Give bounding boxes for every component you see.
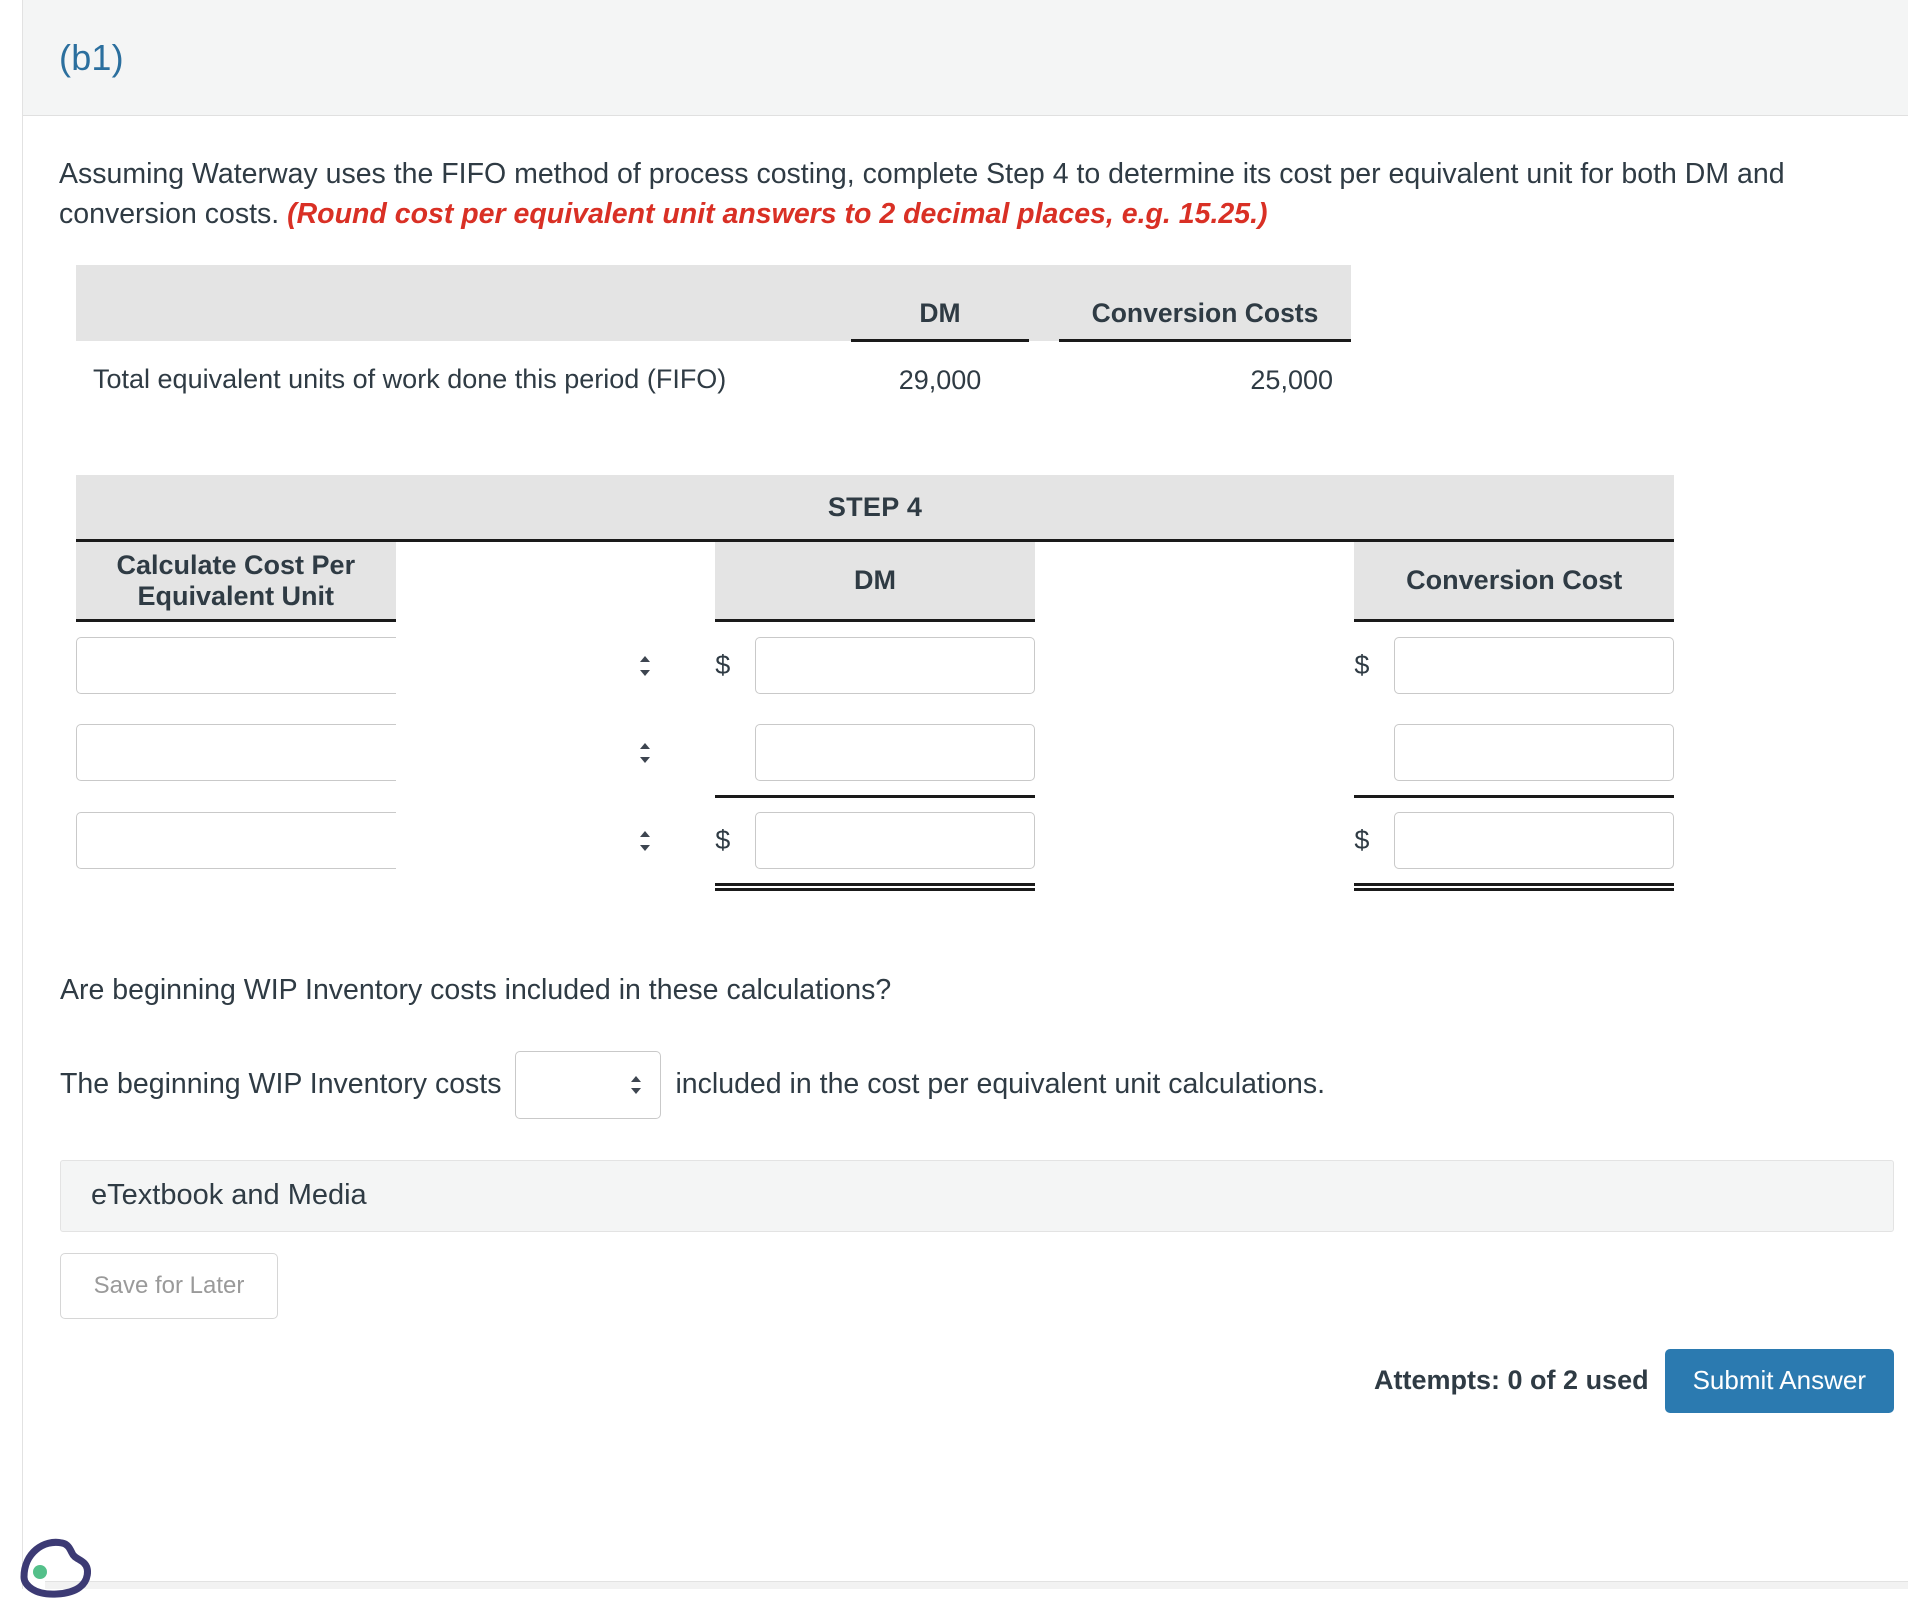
step4-row-1-cc-cell: $: [1354, 620, 1674, 709]
step4-row-1-dm-input[interactable]: [755, 637, 1035, 695]
step4-table-body: $ $ $ $: [76, 620, 1674, 899]
step4-row-2-cc-input[interactable]: [1394, 723, 1674, 781]
step4-table-head: STEP 4 Calculate Cost Per Equivalent Uni…: [76, 474, 1674, 623]
chevron-up-down-icon: [640, 742, 650, 763]
row-spacer: [1029, 341, 1059, 419]
submit-answer-button[interactable]: Submit Answer: [1664, 1348, 1894, 1413]
step4-row-1-dm-currency-symbol: $: [715, 650, 731, 681]
step4-header-dm: DM: [715, 540, 1035, 623]
step4-row-3-dm-inner: $: [715, 812, 1035, 870]
question-prompt: Assuming Waterway uses the FIFO method o…: [59, 154, 1872, 235]
submit-answer-label: Submit Answer: [1692, 1365, 1866, 1396]
step4-header-calculate: Calculate Cost Per Equivalent Unit: [76, 540, 396, 623]
header-spacer: [1029, 264, 1059, 341]
question-panel: (b1) Assuming Waterway uses the FIFO met…: [22, 0, 1908, 1589]
save-for-later-button[interactable]: Save for Later: [60, 1252, 278, 1319]
step4-row-3-dm-input[interactable]: [755, 812, 1035, 870]
step4-row-3-dm-cell: $: [715, 796, 1035, 890]
chevron-up-down-icon: [640, 655, 650, 676]
step4-table: STEP 4 Calculate Cost Per Equivalent Uni…: [76, 474, 1674, 899]
step4-underline-spacer-row: [76, 884, 1674, 899]
step4-row-1-dm-cell: $: [715, 620, 1035, 709]
equivalent-units-table-head: DM Conversion Costs: [76, 264, 1351, 343]
save-for-later-label: Save for Later: [93, 1271, 245, 1299]
question-part-label: (b1): [59, 36, 124, 78]
step4-title: STEP 4: [76, 474, 1674, 543]
step4-row-1-dm-inner: $: [715, 637, 1035, 695]
step4-header-conversion-cost: Conversion Cost: [1354, 540, 1674, 623]
question-body: Assuming Waterway uses the FIFO method o…: [23, 154, 1908, 1423]
step4-row-1-gap-2: [1034, 620, 1355, 709]
step4-row-3-label-cell: [76, 796, 668, 885]
question-header: (b1): [23, 0, 1908, 116]
header-conversion-costs: Conversion Costs: [1059, 264, 1351, 343]
equivalent-units-table: DM Conversion Costs Total equivalent uni…: [76, 264, 1351, 419]
row-value-conversion-costs: 25,000: [1250, 365, 1333, 396]
chevron-up-down-icon: [640, 830, 650, 851]
chat-widget-icon[interactable]: [14, 1525, 106, 1617]
chevron-up-down-icon: [631, 1075, 642, 1094]
etextbook-label: eTextbook and Media: [91, 1179, 367, 1212]
step4-row-2-cc-inner: [1354, 723, 1674, 781]
wip-inclusion-select[interactable]: [515, 1050, 662, 1119]
bottom-strip: [45, 1581, 1908, 1589]
step4-row-3-cc-currency-symbol: $: [1354, 825, 1370, 856]
step4-row-2-dm-input[interactable]: [755, 723, 1035, 781]
wip-answer-sentence: The beginning WIP Inventory costs includ…: [60, 1050, 1872, 1119]
step4-row-3-dm-currency-symbol: $: [715, 825, 731, 856]
step4-row-3: $ $: [76, 796, 1674, 890]
step4-row-3-select-wrap: [76, 800, 668, 881]
wip-question-text: Are beginning WIP Inventory costs includ…: [60, 973, 892, 1006]
table-row: Total equivalent units of work done this…: [76, 341, 1351, 419]
step4-row-1-select-wrap: [76, 625, 668, 706]
step4-row-3-cc-input[interactable]: [1394, 812, 1674, 870]
row-value-dm: 29,000: [898, 365, 982, 396]
step4-row-1: $ $: [76, 620, 1674, 709]
prompt-rounding-note: (Round cost per equivalent unit answers …: [287, 198, 1268, 231]
question-footer: Save for Later Attempts: 0 of 2 used Sub…: [60, 1252, 1894, 1423]
step4-row-1-gap-1: [395, 620, 716, 709]
submit-area: Attempts: 0 of 2 used Submit Answer: [1374, 1348, 1894, 1413]
wip-sentence-after: included in the cost per equivalent unit…: [675, 1068, 1326, 1101]
header-blank-cell: [76, 264, 851, 341]
attempts-counter: Attempts: 0 of 2 used: [1374, 1365, 1649, 1396]
step4-row-2: [76, 708, 1674, 799]
step4-row-2-select-wrap: [76, 712, 668, 793]
step4-underline-spacer: [76, 884, 1674, 899]
step4-row-1-cc-input[interactable]: [1394, 637, 1674, 695]
step4-row-1-label-cell: [76, 620, 668, 709]
step4-row-2-dm-cell: [715, 708, 1035, 799]
step4-row-3-cc-cell: $: [1354, 796, 1674, 890]
step4-row-2-label-cell: [76, 708, 668, 797]
left-gutter: [0, 0, 22, 1589]
header-dm: DM: [851, 264, 1029, 343]
table-header-row: DM Conversion Costs: [76, 264, 1351, 343]
step4-row-3-gap-2: [1034, 796, 1355, 885]
step4-row-2-dm-inner: [715, 723, 1035, 781]
step4-title-row: STEP 4: [76, 474, 1674, 543]
wip-sentence-before: The beginning WIP Inventory costs: [60, 1068, 502, 1101]
step4-column-header-row: Calculate Cost Per Equivalent Unit DM Co…: [76, 540, 1674, 623]
step4-header-gap-2: [1034, 540, 1355, 621]
step4-row-2-gap-2: [1034, 708, 1355, 797]
equivalent-units-table-body: Total equivalent units of work done this…: [76, 341, 1351, 419]
step4-row-1-cc-inner: $: [1354, 637, 1674, 695]
step4-row-2-gap-1: [395, 708, 716, 797]
step4-header-gap-1: [395, 540, 716, 621]
etextbook-and-media-bar[interactable]: eTextbook and Media: [60, 1159, 1894, 1232]
row-label-total-equivalent-units: Total equivalent units of work done this…: [93, 364, 727, 395]
step4-row-2-cc-cell: [1354, 708, 1674, 799]
step4-row-1-cc-currency-symbol: $: [1354, 650, 1370, 681]
step4-row-3-gap-1: [395, 796, 716, 885]
step4-row-3-cc-inner: $: [1354, 812, 1674, 870]
